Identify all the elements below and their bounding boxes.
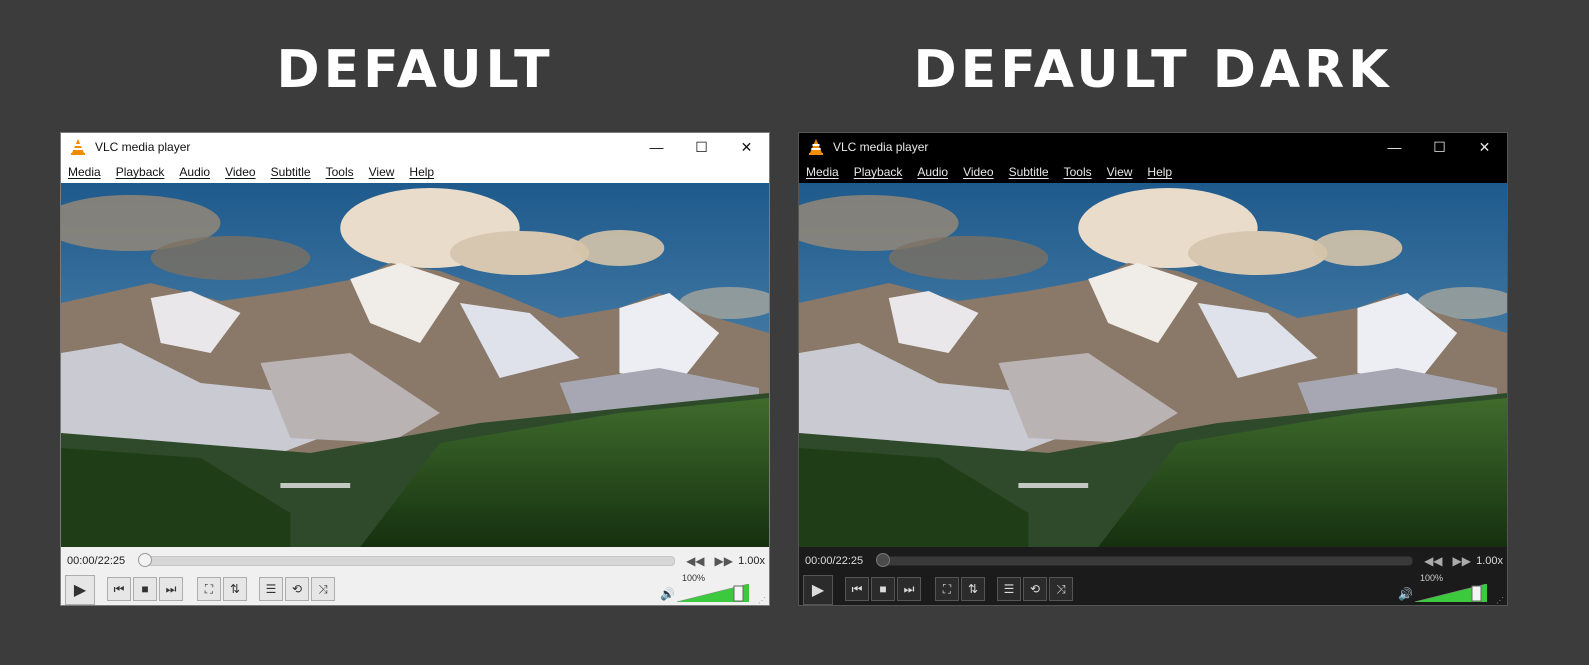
stop-button[interactable]: ■ [133, 577, 157, 601]
loop-button[interactable]: ⟲ [1023, 577, 1047, 601]
menu-view[interactable]: View [369, 165, 395, 179]
menu-video[interactable]: Video [225, 165, 255, 179]
vlc-cone-icon [71, 139, 85, 155]
fullscreen-button[interactable]: ⛶ [197, 577, 221, 601]
seek-knob[interactable] [138, 553, 152, 567]
menu-bar: Media Playback Audio Video Subtitle Tool… [799, 161, 1507, 183]
menu-help[interactable]: Help [409, 165, 434, 179]
seek-row: 00:00/22:25 ◀◀ ▶▶ 1.00x [61, 547, 769, 575]
volume-label: 100% [1419, 573, 1443, 583]
menu-help[interactable]: Help [1147, 165, 1172, 179]
title-bar[interactable]: VLC media player — ☐ ✕ [61, 133, 769, 161]
resize-grip[interactable]: ⋰ [1496, 596, 1504, 605]
play-button[interactable]: ▶ [803, 575, 833, 605]
video-area[interactable] [799, 183, 1507, 547]
seek-slider[interactable] [138, 553, 675, 567]
slower-button[interactable]: ◀◀ [686, 554, 704, 568]
elapsed-time: 00:00/22:25 [67, 555, 126, 567]
faster-button[interactable]: ▶▶ [1453, 554, 1471, 568]
menu-playback[interactable]: Playback [116, 165, 165, 179]
menu-media[interactable]: Media [68, 165, 101, 179]
faster-button[interactable]: ▶▶ [715, 554, 733, 568]
next-button[interactable]: ⏭ [897, 577, 921, 601]
speaker-icon[interactable]: 🔊 [1398, 587, 1413, 601]
window-title: VLC media player [833, 140, 929, 154]
menu-tools[interactable]: Tools [326, 165, 354, 179]
extended-settings-button[interactable]: ⇅ [223, 577, 247, 601]
loop-button[interactable]: ⟲ [285, 577, 309, 601]
slower-button[interactable]: ◀◀ [1424, 554, 1442, 568]
playback-rate[interactable]: 1.00x [1476, 547, 1503, 575]
seek-knob[interactable] [876, 553, 890, 567]
vlc-cone-icon [809, 139, 823, 155]
next-button[interactable]: ⏭ [159, 577, 183, 601]
shuffle-button[interactable]: ⤨ [1049, 577, 1073, 601]
mountain-landscape-image [799, 183, 1507, 547]
seek-row: 00:00/22:25 ◀◀ ▶▶ 1.00x [799, 547, 1507, 575]
menu-view[interactable]: View [1107, 165, 1133, 179]
title-bar[interactable]: VLC media player — ☐ ✕ [799, 133, 1507, 161]
playback-rate[interactable]: 1.00x [738, 547, 765, 575]
maximize-button[interactable]: ☐ [679, 133, 724, 161]
previous-button[interactable]: ⏮ [845, 577, 869, 601]
video-area[interactable] [61, 183, 769, 547]
window-title: VLC media player [95, 140, 191, 154]
menu-video[interactable]: Video [963, 165, 993, 179]
playlist-button[interactable]: ☰ [997, 577, 1021, 601]
menu-playback[interactable]: Playback [854, 165, 903, 179]
minimize-button[interactable]: — [634, 133, 679, 161]
close-button[interactable]: ✕ [1462, 133, 1507, 161]
playlist-button[interactable]: ☰ [259, 577, 283, 601]
fullscreen-button[interactable]: ⛶ [935, 577, 959, 601]
heading-default-dark: DEFAULT DARK [913, 40, 1393, 100]
minimize-button[interactable]: — [1372, 133, 1417, 161]
previous-button[interactable]: ⏮ [107, 577, 131, 601]
volume-label: 100% [681, 573, 705, 583]
speaker-icon[interactable]: 🔊 [660, 587, 675, 601]
elapsed-time: 00:00/22:25 [805, 555, 864, 567]
resize-grip[interactable]: ⋰ [758, 596, 766, 605]
play-button[interactable]: ▶ [65, 575, 95, 605]
maximize-button[interactable]: ☐ [1417, 133, 1462, 161]
menu-audio[interactable]: Audio [917, 165, 948, 179]
controls-row: ▶ ⏮ ■ ⏭ ⛶ ⇅ ☰ ⟲ ⤨ 🔊 100% ⋰ [799, 573, 1507, 607]
mountain-landscape-image [61, 183, 769, 547]
close-button[interactable]: ✕ [724, 133, 769, 161]
vlc-window-default-dark: VLC media player — ☐ ✕ Media Playback Au… [798, 132, 1508, 606]
menu-subtitle[interactable]: Subtitle [271, 165, 311, 179]
heading-default: DEFAULT [276, 40, 554, 100]
menu-bar: Media Playback Audio Video Subtitle Tool… [61, 161, 769, 183]
menu-audio[interactable]: Audio [179, 165, 210, 179]
extended-settings-button[interactable]: ⇅ [961, 577, 985, 601]
controls-row: ▶ ⏮ ■ ⏭ ⛶ ⇅ ☰ ⟲ ⤨ 🔊 100% ⋰ [61, 573, 769, 607]
volume-slider[interactable] [1415, 584, 1487, 602]
stop-button[interactable]: ■ [871, 577, 895, 601]
menu-subtitle[interactable]: Subtitle [1009, 165, 1049, 179]
shuffle-button[interactable]: ⤨ [311, 577, 335, 601]
menu-tools[interactable]: Tools [1064, 165, 1092, 179]
menu-media[interactable]: Media [806, 165, 839, 179]
volume-slider[interactable] [677, 584, 749, 602]
seek-slider[interactable] [876, 553, 1413, 567]
vlc-window-default: VLC media player — ☐ ✕ Media Playback Au… [60, 132, 770, 606]
